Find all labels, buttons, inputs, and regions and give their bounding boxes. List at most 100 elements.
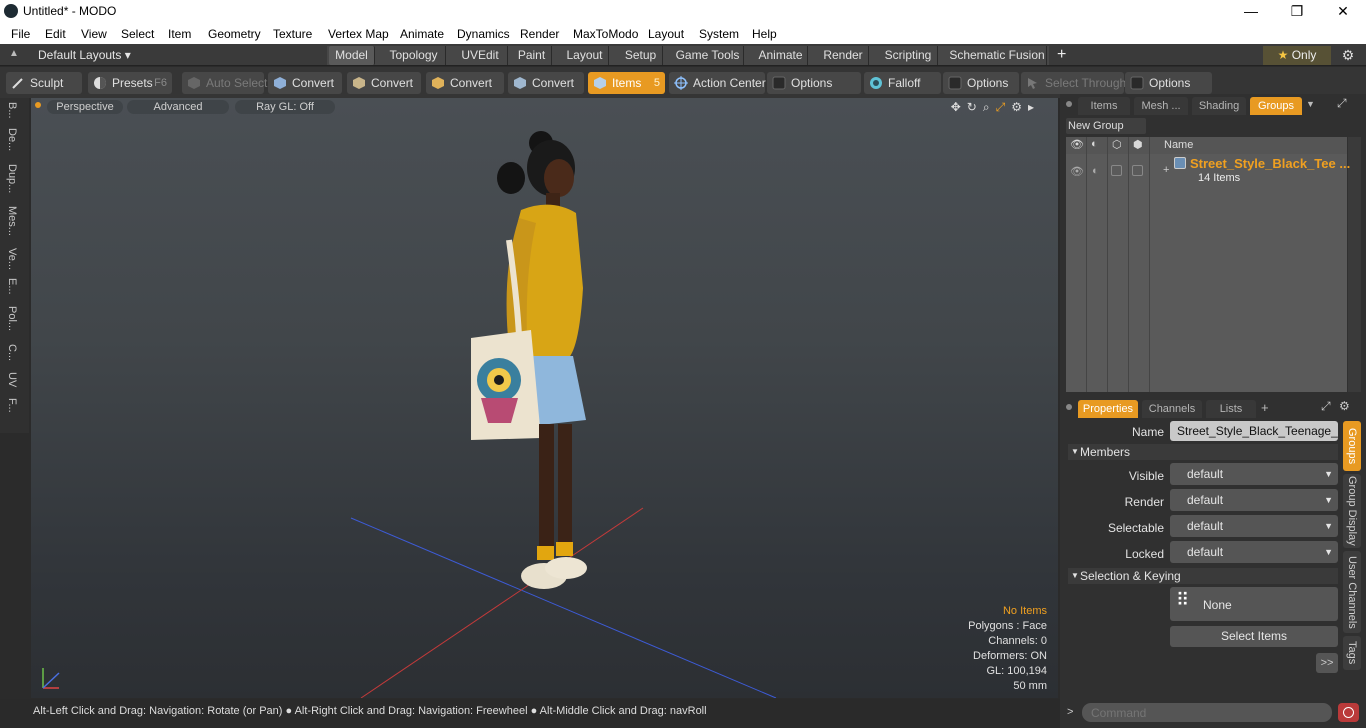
vtab-tags[interactable]: Tags: [1343, 636, 1361, 670]
menu-edit[interactable]: Edit: [45, 27, 66, 41]
menu-layout[interactable]: Layout: [648, 27, 684, 41]
menu-maxtomodo[interactable]: MaxToModo: [573, 27, 638, 41]
menu-dynamics[interactable]: Dynamics: [457, 27, 510, 41]
left-tab-uv[interactable]: UV: [6, 372, 18, 387]
left-tab-polygon[interactable]: Pol...: [6, 306, 18, 331]
locked-dropdown[interactable]: default ▼: [1170, 541, 1338, 563]
visible-dropdown[interactable]: default ▼: [1170, 463, 1338, 485]
add-layout-icon[interactable]: +: [1057, 46, 1066, 63]
left-tab-vertex[interactable]: Ve...: [6, 248, 18, 270]
more-button[interactable]: >>: [1316, 653, 1338, 673]
group-name[interactable]: Street_Style_Black_Tee ...: [1190, 156, 1350, 171]
menu-texture[interactable]: Texture: [273, 27, 312, 41]
selection-keying-section[interactable]: ▼ Selection & Keying: [1068, 568, 1338, 584]
command-input[interactable]: [1082, 703, 1332, 722]
tab-mesh[interactable]: Mesh ...: [1134, 97, 1188, 115]
vtab-group-display[interactable]: Group Display: [1343, 474, 1361, 548]
tab-render[interactable]: Render: [818, 46, 869, 65]
options-button-1[interactable]: Options: [767, 72, 861, 94]
menu-view[interactable]: View: [81, 27, 107, 41]
left-tab-deform[interactable]: De...: [6, 128, 18, 151]
tab-model[interactable]: Model: [329, 46, 375, 65]
select-items-button[interactable]: Select Items: [1170, 626, 1338, 647]
menu-render[interactable]: Render: [520, 27, 559, 41]
gear-icon[interactable]: ⚙: [1338, 46, 1358, 65]
convert-button-3[interactable]: Convert: [426, 72, 504, 94]
left-tab-curve[interactable]: C...: [6, 344, 18, 361]
properties-gear-icon[interactable]: ⚙: [1339, 399, 1350, 413]
row-lock-checkbox[interactable]: [1132, 165, 1143, 176]
left-tab-mesh-edit[interactable]: Mes...: [6, 206, 18, 236]
tab-layout[interactable]: Layout: [561, 46, 609, 65]
tab-lists[interactable]: Lists: [1206, 400, 1256, 418]
menu-select[interactable]: Select: [121, 27, 154, 41]
vtab-groups[interactable]: Groups: [1343, 421, 1361, 471]
tab-items[interactable]: Items: [1078, 97, 1130, 115]
tab-scripting[interactable]: Scripting: [879, 46, 938, 65]
row-eye-icon[interactable]: 👁: [1070, 165, 1084, 178]
row-select-checkbox[interactable]: [1111, 165, 1122, 176]
options-button-3[interactable]: Options: [1125, 72, 1212, 94]
tab-schematic-fusion[interactable]: Schematic Fusion: [948, 46, 1047, 65]
expand-plus-icon[interactable]: +: [1163, 164, 1169, 176]
left-tab-fusion[interactable]: F...: [6, 398, 18, 413]
tab-animate[interactable]: Animate: [754, 46, 808, 65]
tab-paint[interactable]: Paint: [512, 46, 552, 65]
convert-button-4[interactable]: Convert: [508, 72, 584, 94]
falloff-button[interactable]: Falloff: [864, 72, 941, 94]
menu-help[interactable]: Help: [752, 27, 777, 41]
menu-system[interactable]: System: [699, 27, 739, 41]
members-section[interactable]: ▼ Members: [1068, 444, 1338, 460]
presets-button[interactable]: Presets F6: [88, 72, 172, 94]
convert-button-1[interactable]: Convert: [268, 72, 342, 94]
menu-animate[interactable]: Animate: [400, 27, 444, 41]
minimize-button[interactable]: —: [1228, 0, 1274, 23]
select-col-icon[interactable]: ⬡: [1112, 138, 1122, 151]
menu-item[interactable]: Item: [168, 27, 191, 41]
maximize-button[interactable]: ❐: [1274, 0, 1320, 23]
tab-shading[interactable]: Shading: [1192, 97, 1246, 115]
convert-button-2[interactable]: Convert: [347, 72, 421, 94]
panel-expand-icon[interactable]: ⤢: [1337, 96, 1347, 111]
items-mode-button[interactable]: Items 5: [588, 72, 665, 94]
auto-select-button[interactable]: Auto Select: [182, 72, 267, 94]
name-column-header[interactable]: Name: [1164, 139, 1193, 151]
only-toggle[interactable]: ★ Only: [1263, 46, 1331, 65]
menu-geometry[interactable]: Geometry: [208, 27, 261, 41]
menu-file[interactable]: File: [11, 27, 30, 41]
tab-setup[interactable]: Setup: [619, 46, 663, 65]
action-center-button[interactable]: Action Center: [669, 72, 766, 94]
groups-scrollbar[interactable]: [1348, 137, 1361, 392]
add-tab-button[interactable]: +: [1261, 400, 1269, 415]
tab-uvedit[interactable]: UVEdit: [453, 46, 508, 65]
tab-game-tools[interactable]: Game Tools: [672, 46, 744, 65]
properties-expand-icon[interactable]: ⤢: [1321, 399, 1331, 414]
none-button[interactable]: ⠿ None: [1170, 587, 1338, 621]
render-dropdown[interactable]: default ▼: [1170, 489, 1338, 511]
select-through-button[interactable]: Select Through: [1021, 72, 1126, 94]
tabs-dropdown-icon[interactable]: ▼: [1306, 99, 1315, 109]
tab-topology[interactable]: Topology: [382, 46, 446, 65]
tab-channels[interactable]: Channels: [1142, 400, 1202, 418]
lock-col-icon[interactable]: ⬢: [1133, 138, 1143, 151]
name-field[interactable]: Street_Style_Black_Teenage_Gir: [1170, 421, 1338, 441]
render-col-icon[interactable]: ◐: [1091, 138, 1098, 150]
vtab-user-channels[interactable]: User Channels: [1343, 551, 1361, 633]
left-tab-edge[interactable]: E...: [6, 278, 18, 295]
options-button-2[interactable]: Options: [943, 72, 1019, 94]
collapse-icon: ▼: [1071, 571, 1079, 580]
menu-vertex-map[interactable]: Vertex Map: [328, 27, 389, 41]
sculpt-button[interactable]: Sculpt: [6, 72, 82, 94]
new-group-label[interactable]: New Group: [1068, 120, 1124, 132]
left-tab-basic[interactable]: B...: [6, 102, 18, 119]
selectable-dropdown[interactable]: default ▼: [1170, 515, 1338, 537]
eye-col-icon[interactable]: 👁: [1070, 138, 1084, 151]
pin-icon[interactable]: ▲: [9, 48, 21, 60]
layouts-dropdown[interactable]: Default Layouts ▾: [38, 48, 131, 62]
close-button[interactable]: ✕: [1320, 0, 1366, 23]
row-render-icon[interactable]: ◐: [1092, 165, 1099, 177]
left-tab-duplicate[interactable]: Dup...: [6, 164, 18, 193]
tab-properties[interactable]: Properties: [1078, 400, 1138, 418]
3d-viewport[interactable]: Perspective Advanced Ray GL: Off ✥↻⌕⤢⚙▸: [31, 98, 1058, 698]
tab-groups[interactable]: Groups: [1250, 97, 1302, 115]
